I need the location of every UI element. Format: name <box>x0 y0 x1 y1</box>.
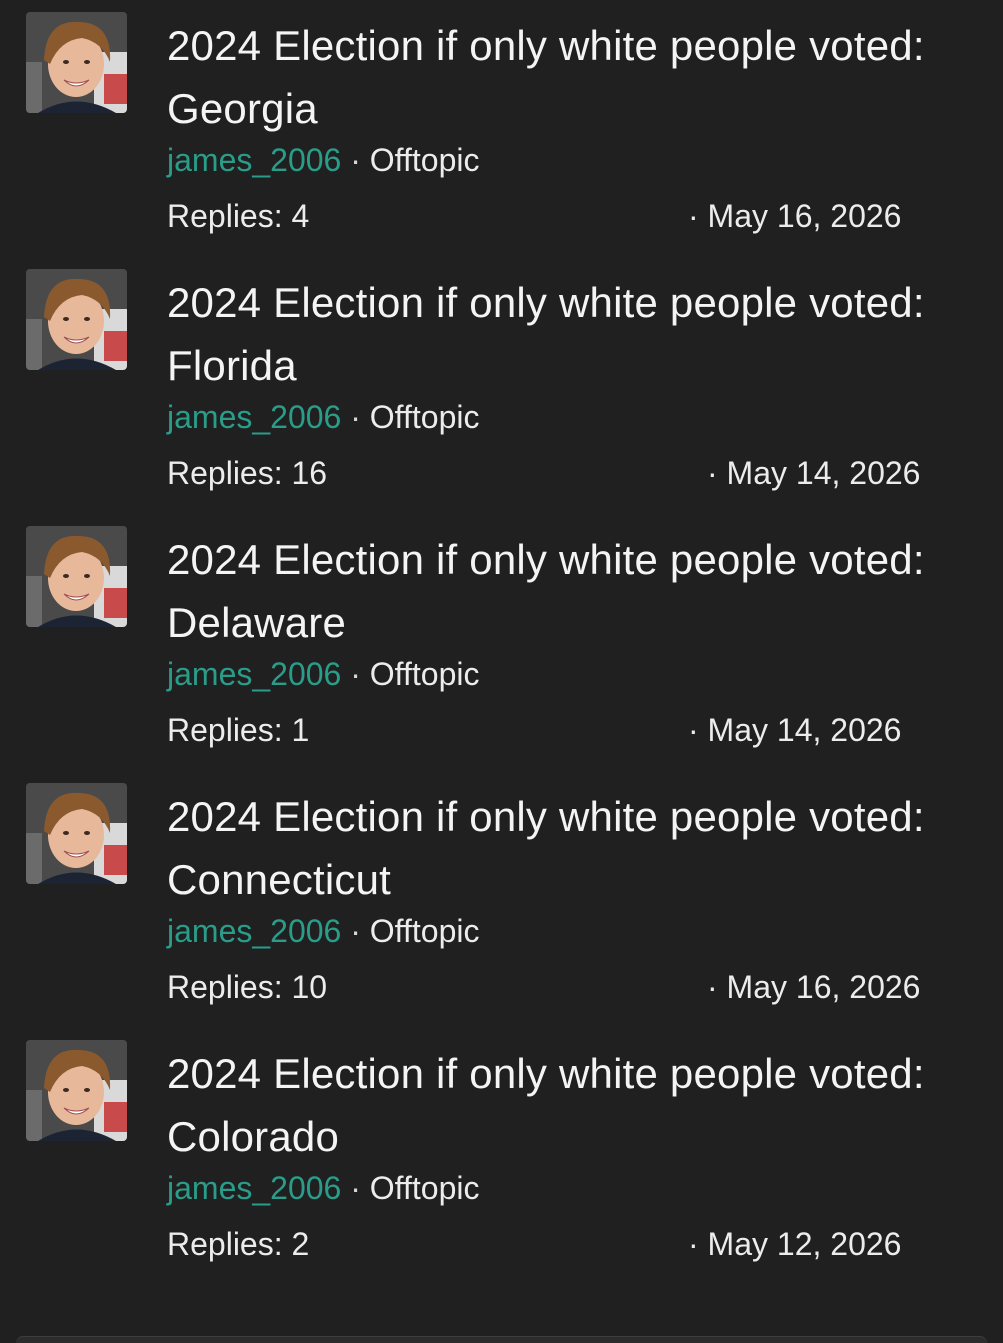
meta-separator: · <box>350 399 361 435</box>
forum-link[interactable]: Offtopic <box>370 399 480 435</box>
thread-row[interactable]: 2024 Election if only white people voted… <box>0 257 1003 514</box>
last-post-date[interactable]: · May 16, 2026 <box>707 967 920 1007</box>
thread-title-topic: Colorado <box>167 1113 340 1160</box>
reply-count: Replies: 2 <box>167 1226 310 1262</box>
avatar[interactable] <box>26 269 127 370</box>
thread-title[interactable]: 2024 Election if only white people voted… <box>167 14 987 140</box>
forum-link[interactable]: Offtopic <box>370 142 480 178</box>
thread-meta: james_2006 · Offtopic <box>167 1168 479 1208</box>
author-link[interactable]: james_2006 <box>167 1170 341 1206</box>
bottom-sheet-edge <box>16 1336 987 1343</box>
avatar[interactable] <box>26 526 127 627</box>
reply-count: Replies: 16 <box>167 455 328 491</box>
meta-separator: · <box>350 913 361 949</box>
thread-title-topic: Delaware <box>167 599 347 646</box>
avatar[interactable] <box>26 783 127 884</box>
thread-meta: james_2006 · Offtopic <box>167 397 479 437</box>
thread-title-topic: Connecticut <box>167 856 391 903</box>
forum-link[interactable]: Offtopic <box>370 913 480 949</box>
reply-count: Replies: 4 <box>167 198 310 234</box>
thread-title-line: 2024 Election if only white people voted… <box>167 22 925 69</box>
thread-title-line: 2024 Election if only white people voted… <box>167 1050 925 1097</box>
avatar-photo-icon <box>26 1040 127 1141</box>
avatar-photo-icon <box>26 12 127 113</box>
thread-title-line: 2024 Election if only white people voted… <box>167 536 925 583</box>
avatar-photo-icon <box>26 526 127 627</box>
thread-row[interactable]: 2024 Election if only white people voted… <box>0 514 1003 771</box>
meta-separator: · <box>350 656 361 692</box>
reply-count: Replies: 10 <box>167 969 328 1005</box>
avatar-photo-icon <box>26 269 127 370</box>
thread-row[interactable]: 2024 Election if only white people voted… <box>0 0 1003 257</box>
forum-link[interactable]: Offtopic <box>370 656 480 692</box>
thread-meta: james_2006 · Offtopic <box>167 140 479 180</box>
last-post-date[interactable]: · May 16, 2026 <box>688 196 901 236</box>
avatar-photo-icon <box>26 783 127 884</box>
thread-meta: james_2006 · Offtopic <box>167 654 479 694</box>
thread-row[interactable]: 2024 Election if only white people voted… <box>0 1028 1003 1285</box>
thread-title-topic: Georgia <box>167 85 318 132</box>
author-link[interactable]: james_2006 <box>167 399 341 435</box>
author-link[interactable]: james_2006 <box>167 913 341 949</box>
avatar[interactable] <box>26 1040 127 1141</box>
thread-title-topic: Florida <box>167 342 297 389</box>
thread-title[interactable]: 2024 Election if only white people voted… <box>167 785 987 911</box>
author-link[interactable]: james_2006 <box>167 656 341 692</box>
author-link[interactable]: james_2006 <box>167 142 341 178</box>
thread-list: 2024 Election if only white people voted… <box>0 0 1003 1285</box>
thread-title[interactable]: 2024 Election if only white people voted… <box>167 528 987 654</box>
meta-separator: · <box>350 142 361 178</box>
last-post-date[interactable]: · May 12, 2026 <box>688 1224 901 1264</box>
thread-title-line: 2024 Election if only white people voted… <box>167 279 925 326</box>
last-post-date[interactable]: · May 14, 2026 <box>707 453 920 493</box>
thread-title-line: 2024 Election if only white people voted… <box>167 793 925 840</box>
thread-row[interactable]: 2024 Election if only white people voted… <box>0 771 1003 1028</box>
reply-count: Replies: 1 <box>167 712 310 748</box>
thread-title[interactable]: 2024 Election if only white people voted… <box>167 1042 987 1168</box>
thread-title[interactable]: 2024 Election if only white people voted… <box>167 271 987 397</box>
avatar[interactable] <box>26 12 127 113</box>
forum-link[interactable]: Offtopic <box>370 1170 480 1206</box>
meta-separator: · <box>350 1170 361 1206</box>
thread-meta: james_2006 · Offtopic <box>167 911 479 951</box>
last-post-date[interactable]: · May 14, 2026 <box>688 710 901 750</box>
